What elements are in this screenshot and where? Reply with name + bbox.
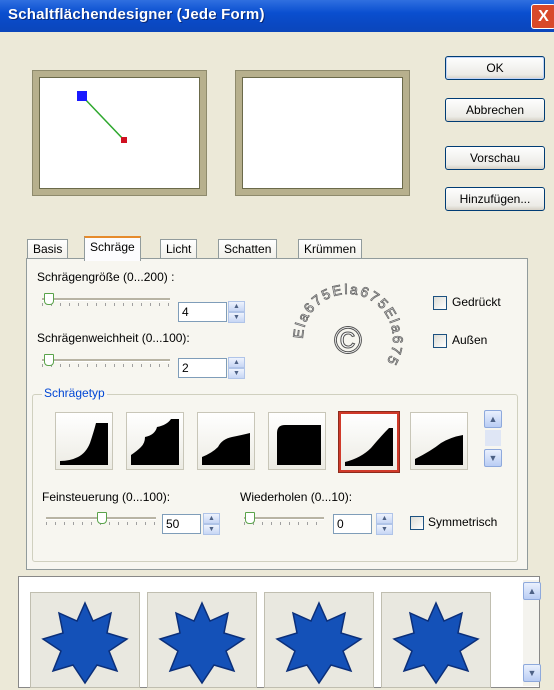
fine-control-slider[interactable]: [46, 512, 156, 526]
tab-basis[interactable]: Basis: [27, 239, 69, 259]
bevel-type-6[interactable]: [410, 412, 468, 470]
fine-control-label: Feinsteuerung (0...100):: [42, 490, 171, 504]
fine-control-spinner[interactable]: ▲ ▼: [203, 513, 220, 535]
spin-up-icon[interactable]: ▲: [228, 301, 245, 312]
window-title: Schaltflächendesigner (Jede Form): [8, 6, 265, 23]
preview-control-line: [77, 91, 127, 143]
chevron-down-icon: ▼: [488, 453, 498, 463]
outside-label: Außen: [452, 333, 488, 347]
close-button[interactable]: X: [531, 4, 554, 29]
bevel-size-slider[interactable]: [42, 293, 170, 307]
spin-down-icon[interactable]: ▼: [376, 524, 393, 535]
bevel-softness-spinner[interactable]: ▲ ▼: [228, 357, 245, 379]
preset-scroll-down-button[interactable]: ▼: [523, 664, 541, 682]
ok-button[interactable]: OK: [445, 56, 545, 80]
before-preview: [33, 71, 206, 195]
star-preset-icon: [158, 601, 246, 685]
spin-up-icon[interactable]: ▲: [203, 513, 220, 524]
slider-thumb[interactable]: [245, 512, 255, 524]
symmetric-label: Symmetrisch: [428, 515, 498, 529]
tab-light[interactable]: Licht: [160, 239, 198, 259]
star-preset-icon: [392, 601, 480, 685]
bevel-scroll-track[interactable]: [485, 430, 501, 446]
spin-down-icon[interactable]: ▼: [228, 312, 245, 323]
spin-down-icon[interactable]: ▼: [228, 368, 245, 379]
preset-item[interactable]: [30, 592, 140, 688]
bevel-type-5[interactable]: [339, 412, 399, 472]
star-preset-icon: [275, 601, 363, 685]
symmetric-checkbox[interactable]: [410, 516, 424, 530]
preview-button[interactable]: Vorschau: [445, 146, 545, 170]
add-button[interactable]: Hinzufügen...: [445, 187, 545, 211]
preset-item[interactable]: [381, 592, 491, 688]
watermark-stamp: Ela675Ela675Ela675 ©: [289, 280, 404, 369]
bevel-type-1[interactable]: [55, 412, 113, 470]
after-preview: [236, 71, 409, 195]
bevel-softness-input[interactable]: 2: [178, 358, 227, 378]
bevel-size-label: Schrägengröße (0...200) :: [37, 270, 175, 284]
pressed-checkbox[interactable]: [433, 296, 447, 310]
outside-checkbox[interactable]: [433, 334, 447, 348]
bevel-size-input[interactable]: 4: [178, 302, 227, 322]
preset-item[interactable]: [147, 592, 257, 688]
tab-bevel[interactable]: Schräge: [84, 236, 141, 261]
bevel-softness-slider[interactable]: [42, 354, 170, 368]
bevel-scroll-up-button[interactable]: ▲: [484, 410, 502, 428]
close-icon: X: [538, 8, 549, 25]
slider-thumb[interactable]: [44, 354, 54, 366]
fine-control-input[interactable]: 50: [162, 514, 201, 534]
bevel-type-3[interactable]: [197, 412, 255, 470]
slider-thumb[interactable]: [97, 512, 107, 524]
bevel-scroll-down-button[interactable]: ▼: [484, 449, 502, 467]
bevel-type-2[interactable]: [126, 412, 184, 470]
end-handle[interactable]: [121, 137, 127, 143]
star-preset-icon: [41, 601, 129, 685]
preset-item[interactable]: [264, 592, 374, 688]
bevel-type-title: Schrägetyp: [42, 386, 107, 400]
spin-up-icon[interactable]: ▲: [376, 513, 393, 524]
bevel-softness-label: Schrägenweichheit (0...100):: [37, 331, 190, 345]
copyright-symbol: ©: [334, 320, 362, 362]
pressed-label: Gedrückt: [452, 295, 501, 309]
slider-thumb[interactable]: [44, 293, 54, 305]
preset-scrollbar[interactable]: ▲ ▼: [523, 580, 541, 686]
repeat-slider[interactable]: [244, 512, 324, 526]
spin-up-icon[interactable]: ▲: [228, 357, 245, 368]
chevron-down-icon: ▼: [527, 668, 537, 678]
tab-warp[interactable]: Krümmen: [298, 239, 363, 259]
title-bar[interactable]: Schaltflächendesigner (Jede Form) X: [0, 0, 554, 32]
spin-down-icon[interactable]: ▼: [203, 524, 220, 535]
start-handle[interactable]: [77, 91, 87, 101]
repeat-label: Wiederholen (0...10):: [240, 490, 353, 504]
bevel-type-4[interactable]: [268, 412, 326, 470]
repeat-input[interactable]: 0: [333, 514, 372, 534]
cancel-button[interactable]: Abbrechen: [445, 98, 545, 122]
preset-scroll-up-button[interactable]: ▲: [523, 582, 541, 600]
chevron-up-icon: ▲: [527, 586, 537, 596]
bevel-size-spinner[interactable]: ▲ ▼: [228, 301, 245, 323]
tab-shadow[interactable]: Schatten: [218, 239, 278, 259]
chevron-up-icon: ▲: [488, 414, 498, 424]
repeat-spinner[interactable]: ▲ ▼: [376, 513, 393, 535]
